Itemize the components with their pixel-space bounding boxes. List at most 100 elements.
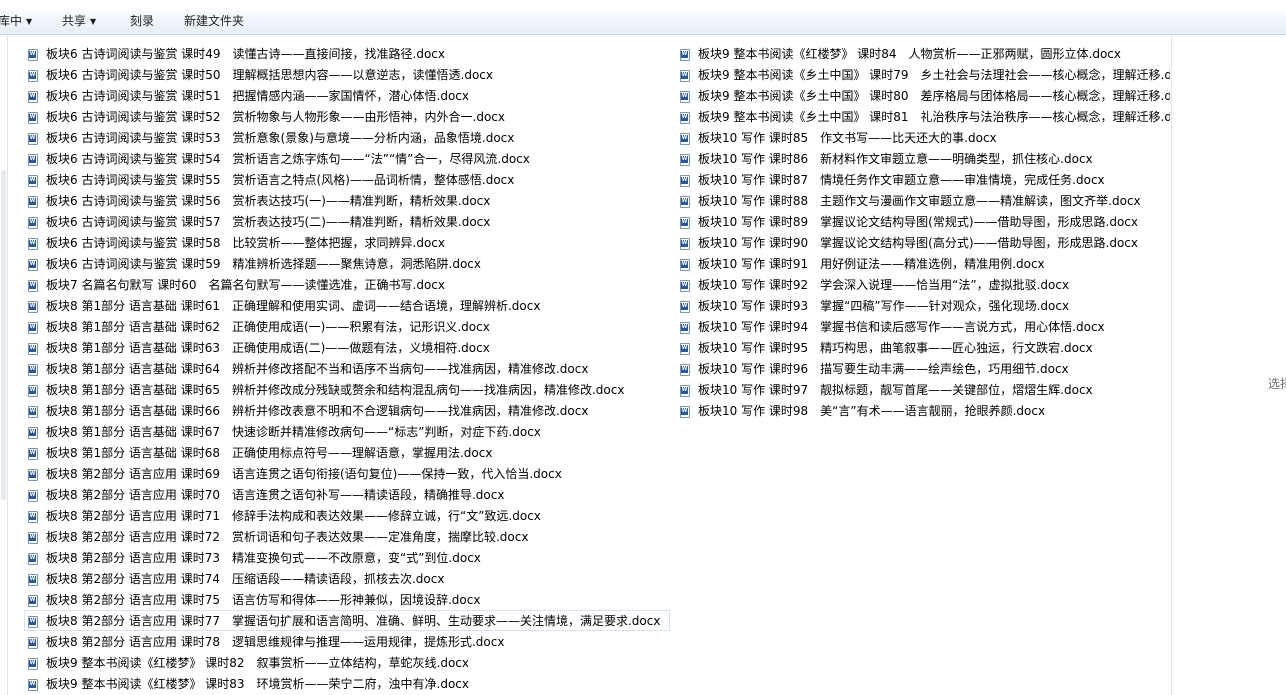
burn-button[interactable]: 刻录: [130, 13, 154, 29]
file-name: 板块10 写作 课时86 新材料作文审题立意——明确类型，抓住核心.docx: [698, 152, 1093, 166]
word-document-icon: [28, 616, 38, 628]
file-item[interactable]: 板块6 古诗词阅读与鉴赏 课时56 赏析表达技巧(一)——精准判断，精析效果.d…: [24, 190, 670, 211]
file-item[interactable]: 板块8 第1部分 语言基础 课时65 辨析并修改成分残缺或赘余和结构混乱病句——…: [24, 379, 670, 400]
file-name: 板块8 第2部分 语言应用 课时72 赏析词语和句子表达效果——定准角度，揣摩比…: [46, 530, 529, 544]
file-item[interactable]: 板块10 写作 课时87 情境任务作文审题立意——审准情境，完成任务.docx: [676, 169, 1170, 190]
file-item[interactable]: 板块9 整本书阅读《红楼梦》 课时82 叙事赏析——立体结构，草蛇灰线.docx: [24, 652, 670, 673]
word-document-icon: [680, 280, 690, 292]
file-item[interactable]: 板块10 写作 课时95 精巧构思，曲笔叙事——匠心独运，行文跌宕.docx: [676, 337, 1170, 358]
file-item[interactable]: 板块10 写作 课时92 学会深入说理——恰当用“法”，虚拟批驳.docx: [676, 274, 1170, 295]
file-name: 板块10 写作 课时88 主题作文与漫画作文审题立意——精准解读，图文齐举.do…: [698, 194, 1141, 208]
word-document-icon: [680, 133, 690, 145]
file-item[interactable]: 板块10 写作 课时97 靓拟标题，靓写首尾——关键部位，熠熠生辉.docx: [676, 379, 1170, 400]
file-item[interactable]: 板块8 第1部分 语言基础 课时67 快速诊断并精准修改病句——“标志”判断，对…: [24, 421, 670, 442]
file-name: 板块10 写作 课时96 描写要生动丰满——绘声绘色，巧用细节.docx: [698, 362, 1069, 376]
word-document-icon: [28, 238, 38, 250]
file-item[interactable]: 板块10 写作 课时85 作文书写——比天还大的事.docx: [676, 127, 1170, 148]
file-item[interactable]: 板块6 古诗词阅读与鉴赏 课时55 赏析语言之特点(风格)——品词析情，整体感悟…: [24, 169, 670, 190]
file-name: 板块8 第2部分 语言应用 课时73 精准变换句式——不改原意，变“式”到位.d…: [46, 551, 481, 565]
file-item[interactable]: 板块8 第1部分 语言基础 课时63 正确使用成语(二)——做题有法，义境相符.…: [24, 337, 670, 358]
file-item[interactable]: 板块8 第1部分 语言基础 课时62 正确使用成语(一)——积累有法，记形识义.…: [24, 316, 670, 337]
file-item[interactable]: 板块8 第2部分 语言应用 课时71 修辞手法构成和表达效果——修辞立诚，行“文…: [24, 505, 670, 526]
file-item[interactable]: 板块8 第2部分 语言应用 课时72 赏析词语和句子表达效果——定准角度，揣摩比…: [24, 526, 670, 547]
word-document-icon: [680, 364, 690, 376]
new-folder-button[interactable]: 新建文件夹: [184, 13, 244, 29]
file-item[interactable]: 板块6 古诗词阅读与鉴赏 课时59 精准辨析选择题——聚焦诗意，洞悉陷阱.doc…: [24, 253, 670, 274]
file-list-view[interactable]: 板块6 古诗词阅读与鉴赏 课时49 读懂古诗——直接间接，找准路径.docx 板块…: [8, 35, 1170, 695]
file-item[interactable]: 板块8 第1部分 语言基础 课时61 正确理解和使用实词、虚词——结合语境，理解…: [24, 295, 670, 316]
file-name: 板块10 写作 课时93 掌握“四稿”写作——针对观众，强化现场.docx: [698, 299, 1070, 313]
word-document-icon: [28, 70, 38, 82]
file-item[interactable]: 板块9 整本书阅读《乡土中国》 课时79 乡土社会与法理社会——核心概念，理解迁…: [676, 64, 1170, 85]
file-item[interactable]: 板块6 古诗词阅读与鉴赏 课时52 赏析物象与人物形象——由形悟神，内外合一.d…: [24, 106, 670, 127]
file-item[interactable]: 板块6 古诗词阅读与鉴赏 课时54 赏析语言之炼字炼句——“法”“情”合一，尽得…: [24, 148, 670, 169]
file-name: 板块6 古诗词阅读与鉴赏 课时58 比较赏析——整体把握，求同辨异.docx: [46, 236, 446, 250]
file-item[interactable]: 板块10 写作 课时88 主题作文与漫画作文审题立意——精准解读，图文齐举.do…: [676, 190, 1170, 211]
file-item[interactable]: 板块6 古诗词阅读与鉴赏 课时50 理解概括思想内容——以意逆志，读懂悟透.do…: [24, 64, 670, 85]
file-item[interactable]: 板块6 古诗词阅读与鉴赏 课时58 比较赏析——整体把握，求同辨异.docx: [24, 232, 670, 253]
word-document-icon: [28, 679, 38, 691]
file-item[interactable]: 板块10 写作 课时96 描写要生动丰满——绘声绘色，巧用细节.docx: [676, 358, 1170, 379]
file-item[interactable]: 板块8 第2部分 语言应用 课时78 逻辑思维规律与推理——运用规律，提炼形式.…: [24, 631, 670, 652]
file-item[interactable]: 板块8 第1部分 语言基础 课时68 正确使用标点符号——理解语意，掌握用法.d…: [24, 442, 670, 463]
file-name: 板块10 写作 课时98 美“言”有术——语言靓丽，抢眼养颜.docx: [698, 404, 1046, 418]
file-item[interactable]: 板块6 古诗词阅读与鉴赏 课时51 把握情感内涵——家国情怀，潜心体悟.docx: [24, 85, 670, 106]
file-name: 板块10 写作 课时94 掌握书信和读后感写作——言说方式，用心体悟.docx: [698, 320, 1105, 334]
file-item[interactable]: 板块10 写作 课时91 用好例证法——精准选例，精准用例.docx: [676, 253, 1170, 274]
file-item[interactable]: 板块6 古诗词阅读与鉴赏 课时53 赏析意象(景象)与意境——分析内涵，品象悟境…: [24, 127, 670, 148]
word-document-icon: [28, 532, 38, 544]
word-document-icon: [28, 553, 38, 565]
file-item[interactable]: 板块6 古诗词阅读与鉴赏 课时57 赏析表达技巧(二)——精准判断，精析效果.d…: [24, 211, 670, 232]
file-name: 板块10 写作 课时89 掌握议论文结构导图(常规式)——借助导图，形成思路.d…: [698, 215, 1139, 229]
file-name: 板块9 整本书阅读《红楼梦》 课时82 叙事赏析——立体结构，草蛇灰线.docx: [46, 656, 470, 670]
file-name: 板块6 古诗词阅读与鉴赏 课时51 把握情感内涵——家国情怀，潜心体悟.docx: [46, 89, 470, 103]
word-document-icon: [28, 280, 38, 292]
navigation-scrollbar-thumb[interactable]: [1, 170, 6, 500]
word-document-icon: [28, 469, 38, 481]
file-item[interactable]: 板块9 整本书阅读《乡土中国》 课时80 差序格局与团体格局——核心概念，理解迁…: [676, 85, 1170, 106]
share-dropdown-button[interactable]: 共享 ▼: [62, 13, 96, 29]
file-item[interactable]: 板块10 写作 课时98 美“言”有术——语言靓丽，抢眼养颜.docx: [676, 400, 1170, 421]
library-dropdown-button[interactable]: 库中 ▼: [0, 13, 32, 29]
word-document-icon: [28, 343, 38, 355]
file-name: 板块8 第1部分 语言基础 课时61 正确理解和使用实词、虚词——结合语境，理解…: [46, 299, 541, 313]
file-name: 板块10 写作 课时87 情境任务作文审题立意——审准情境，完成任务.docx: [698, 173, 1105, 187]
file-item[interactable]: 板块7 名篇名句默写 课时60 名篇名句默写——读懂选准，正确书写.docx: [24, 274, 670, 295]
file-item[interactable]: 板块8 第1部分 语言基础 课时66 辨析并修改表意不明和不合逻辑病句——找准病…: [24, 400, 670, 421]
file-item[interactable]: 板块8 第2部分 语言应用 课时74 压缩语段——精读语段，抓核去次.docx: [24, 568, 670, 589]
file-item[interactable]: 板块9 整本书阅读《乡土中国》 课时81 礼治秩序与法治秩序——核心概念，理解迁…: [676, 106, 1170, 127]
library-dropdown-label: 库中: [0, 14, 23, 28]
file-name: 板块6 古诗词阅读与鉴赏 课时49 读懂古诗——直接间接，找准路径.docx: [46, 47, 446, 61]
file-name: 板块10 写作 课时91 用好例证法——精准选例，精准用例.docx: [698, 257, 1045, 271]
file-item[interactable]: 板块8 第1部分 语言基础 课时64 辨析并修改搭配不当和语序不当病句——找准病…: [24, 358, 670, 379]
file-item[interactable]: 板块8 第2部分 语言应用 课时73 精准变换句式——不改原意，变“式”到位.d…: [24, 547, 670, 568]
file-name: 板块10 写作 课时92 学会深入说理——恰当用“法”，虚拟批驳.docx: [698, 278, 1070, 292]
file-item[interactable]: 板块8 第2部分 语言应用 课时70 语言连贯之语句补写——精读语段，精确推导.…: [24, 484, 670, 505]
word-document-icon: [680, 49, 690, 61]
word-document-icon: [28, 511, 38, 523]
word-document-icon: [28, 448, 38, 460]
command-toolbar: 库中 ▼ 共享 ▼ 刻录 新建文件夹: [0, 8, 1286, 35]
word-document-icon: [28, 595, 38, 607]
file-item[interactable]: 板块8 第2部分 语言应用 课时75 语言仿写和得体——形神兼似，因境设辞.do…: [24, 589, 670, 610]
file-item[interactable]: 板块10 写作 课时86 新材料作文审题立意——明确类型，抓住核心.docx: [676, 148, 1170, 169]
file-item[interactable]: 板块8 第2部分 语言应用 课时77 掌握语句扩展和语言简明、准确、鲜明、生动要…: [24, 610, 670, 631]
file-item[interactable]: 板块9 整本书阅读《红楼梦》 课时83 环境赏析——荣宁二府，浊中有净.docx: [24, 673, 670, 694]
new-folder-button-label: 新建文件夹: [184, 14, 245, 28]
file-item[interactable]: 板块10 写作 课时90 掌握议论文结构导图(高分式)——借助导图，形成思路.d…: [676, 232, 1170, 253]
file-item[interactable]: 板块9 整本书阅读《红楼梦》 课时84 人物赏析——正邪两赋，圆形立体.docx: [676, 43, 1170, 64]
file-name: 板块8 第1部分 语言基础 课时66 辨析并修改表意不明和不合逻辑病句——找准病…: [46, 404, 589, 418]
word-document-icon: [680, 175, 690, 187]
word-document-icon: [28, 112, 38, 124]
burn-button-label: 刻录: [130, 14, 155, 28]
file-name: 板块6 古诗词阅读与鉴赏 课时59 精准辨析选择题——聚焦诗意，洞悉陷阱.doc…: [46, 257, 482, 271]
file-name: 板块6 古诗词阅读与鉴赏 课时55 赏析语言之特点(风格)——品词析情，整体感悟…: [46, 173, 515, 187]
file-item[interactable]: 板块6 古诗词阅读与鉴赏 课时49 读懂古诗——直接间接，找准路径.docx: [24, 43, 670, 64]
file-name: 板块6 古诗词阅读与鉴赏 课时53 赏析意象(景象)与意境——分析内涵，品象悟境…: [46, 131, 515, 145]
file-item[interactable]: 板块8 第2部分 语言应用 课时69 语言连贯之语句衔接(语句复位)——保持一致…: [24, 463, 670, 484]
file-item[interactable]: 板块10 写作 课时93 掌握“四稿”写作——针对观众，强化现场.docx: [676, 295, 1170, 316]
word-document-icon: [28, 385, 38, 397]
file-item[interactable]: 板块10 写作 课时94 掌握书信和读后感写作——言说方式，用心体悟.docx: [676, 316, 1170, 337]
word-document-icon: [28, 301, 38, 313]
file-item[interactable]: 板块10 写作 课时89 掌握议论文结构导图(常规式)——借助导图，形成思路.d…: [676, 211, 1170, 232]
